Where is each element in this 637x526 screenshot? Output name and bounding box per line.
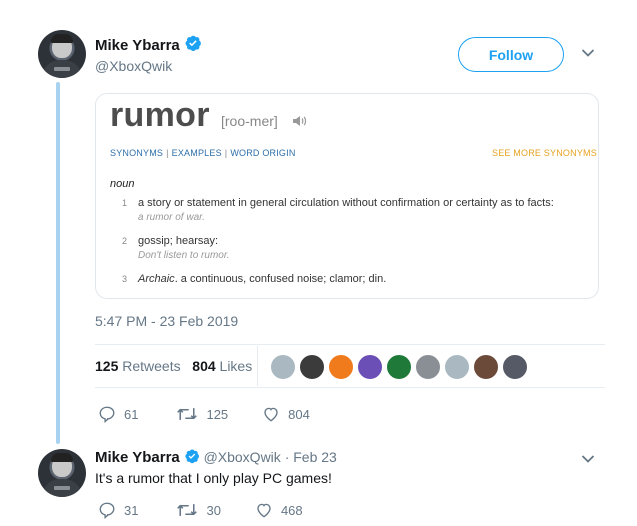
divider (95, 387, 605, 388)
retweet-button[interactable]: 30 (176, 501, 221, 519)
retweet-icon (177, 504, 198, 516)
author-header: Mike Ybarra (95, 34, 202, 55)
green-avatar[interactable] (386, 354, 412, 380)
definition-3: 3 Archaic. a continuous, confused noise; … (122, 273, 386, 285)
default-avatar[interactable] (270, 354, 296, 380)
retweets-stat[interactable]: 125 Retweets (95, 358, 181, 374)
definition-number: 1 (122, 198, 128, 208)
like-button[interactable]: 804 (262, 405, 310, 423)
retweet-button[interactable]: 125 (176, 405, 228, 423)
default-avatar[interactable] (444, 354, 470, 380)
synonyms-link[interactable]: SYNONYMS (110, 148, 163, 158)
card-pronunciation: [roo-mer] (221, 113, 278, 129)
verified-icon (185, 35, 202, 52)
like-count: 468 (280, 502, 303, 518)
chevron-down-icon[interactable] (581, 454, 595, 464)
definition-example: Don't listen to rumor. (138, 250, 230, 261)
retweets-label: Retweets (122, 358, 181, 374)
definition-number: 2 (122, 236, 128, 246)
definition-2: 2 gossip; hearsay: Don't listen to rumor. (122, 235, 230, 261)
definition-text: gossip; hearsay: (138, 235, 219, 247)
reply-actions: 31 30 468 (98, 501, 303, 519)
speaker-icon[interactable] (292, 114, 308, 128)
definition-number: 3 (122, 274, 128, 284)
likes-stat[interactable]: 804 Likes (192, 358, 252, 374)
heart-icon (257, 503, 271, 518)
retweet-count: 30 (206, 502, 221, 518)
retweets-count: 125 (95, 358, 119, 374)
examples-link[interactable]: EXAMPLES (172, 148, 222, 158)
thread-line (56, 82, 60, 444)
reply-author-name[interactable]: Mike Ybarra (95, 449, 180, 466)
definition-label: Archaic (138, 273, 175, 285)
word-origin-link[interactable]: WORD ORIGIN (230, 148, 295, 158)
dark-avatar[interactable] (473, 354, 499, 380)
divider (95, 344, 605, 345)
part-of-speech: noun (110, 178, 135, 190)
like-button[interactable]: 468 (255, 501, 303, 519)
reply-icon (99, 406, 115, 423)
author-handle[interactable]: @XboxQwik (95, 58, 172, 74)
definition-1: 1 a story or statement in general circula… (122, 197, 554, 223)
reply-count: 31 (124, 502, 139, 518)
see-more-synonyms-link[interactable]: SEE MORE SYNONYMS F (492, 148, 598, 158)
reply-header: Mike Ybarra @XboxQwik · Feb 23 (95, 448, 337, 466)
tweet-timestamp[interactable]: 5:47 PM - 23 Feb 2019 (95, 313, 238, 329)
verified-icon (185, 449, 199, 464)
likers-avatars (270, 354, 531, 380)
definition-text: a story or statement in general circulat… (138, 197, 554, 209)
like-count: 804 (288, 406, 310, 422)
reply-date[interactable]: · Feb 23 (285, 449, 337, 465)
card-links: SYNONYMS | EXAMPLES | WORD ORIGIN (110, 148, 296, 158)
card-word: rumor (110, 96, 210, 134)
retweet-icon (177, 408, 198, 420)
reply-icon (99, 502, 115, 519)
definition-example: a rumor of war. (138, 212, 205, 223)
tweet-actions: 61 125 804 (98, 405, 310, 423)
likes-count: 804 (192, 358, 216, 374)
grey-avatar[interactable] (415, 354, 441, 380)
avatar[interactable] (38, 449, 86, 497)
reply-button[interactable]: 31 (98, 501, 138, 519)
heart-icon (264, 407, 278, 422)
follow-button[interactable]: Follow (458, 37, 564, 72)
reply-button[interactable]: 61 (98, 405, 138, 423)
chevron-down-icon[interactable] (581, 48, 595, 58)
definition-text: . a continuous, confused noise; clamor; … (174, 273, 387, 285)
author-name[interactable]: Mike Ybarra (95, 37, 180, 54)
dictionary-card[interactable]: rumor [roo-mer] SYNONYMS | EXAMPLES | WORD O… (95, 93, 599, 299)
reply-text: It's a rumor that I only play PC games! (95, 470, 332, 486)
tweet-stats: 125 Retweets 804 Likes (95, 358, 252, 374)
mixed-avatar[interactable] (502, 354, 528, 380)
colorful-avatar[interactable] (357, 354, 383, 380)
retweet-count: 125 (206, 406, 229, 422)
fg-avatar[interactable] (328, 354, 354, 380)
reply-count: 61 (124, 406, 139, 422)
avatar[interactable] (38, 30, 86, 78)
dark-avatar[interactable] (299, 354, 325, 380)
likes-label: Likes (219, 358, 253, 374)
reply-author-handle[interactable]: @XboxQwik (204, 449, 281, 465)
stats-separator (257, 346, 258, 386)
